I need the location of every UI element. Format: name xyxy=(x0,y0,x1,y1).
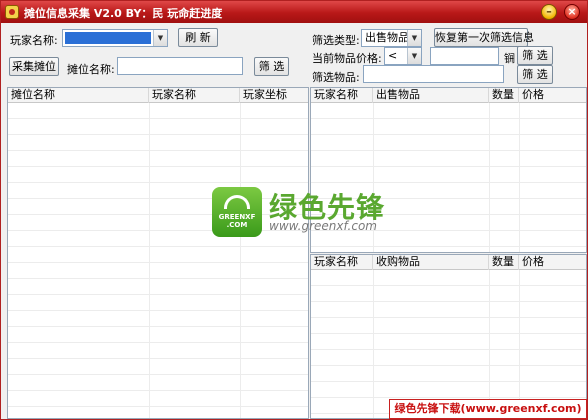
item-filter-label: 筛选物品: xyxy=(312,71,360,84)
window-title: 摊位信息采集 V2.0 BY：民 玩命赶进度 xyxy=(24,7,223,20)
wifi-arc-icon xyxy=(224,195,250,209)
chevron-down-icon[interactable]: ▼ xyxy=(153,30,167,46)
column-divider xyxy=(149,103,150,418)
column-divider xyxy=(519,103,520,252)
player-name-value xyxy=(65,32,151,44)
collect-stalls-button[interactable]: 采集摊位 xyxy=(9,57,59,76)
buy-table[interactable]: 玩家名称 收购物品 数量 价格 xyxy=(310,254,587,419)
column-header-quantity[interactable]: 数量 xyxy=(489,255,519,270)
restore-first-filter-button[interactable]: 恢复第一次筛选信息 xyxy=(434,28,534,47)
app-window: 摊位信息采集 V2.0 BY：民 玩命赶进度 – × 玩家名称: ▼ 刷 新 采… xyxy=(0,0,588,420)
stall-filter-button[interactable]: 筛 选 xyxy=(254,57,289,76)
minimize-button[interactable]: – xyxy=(541,4,557,20)
buy-table-header: 玩家名称 收购物品 数量 价格 xyxy=(311,255,586,270)
title-bar[interactable]: 摊位信息采集 V2.0 BY：民 玩命赶进度 – × xyxy=(1,1,587,23)
chevron-down-icon[interactable]: ▼ xyxy=(407,30,421,46)
column-header-player-name[interactable]: 玩家名称 xyxy=(149,88,240,103)
site-banner: 绿色先锋下载(www.greenxf.com) xyxy=(389,399,587,419)
column-header-price[interactable]: 价格 xyxy=(519,88,586,103)
refresh-button[interactable]: 刷 新 xyxy=(178,28,218,47)
column-header-player-coords[interactable]: 玩家坐标 xyxy=(240,88,308,103)
column-divider xyxy=(373,270,374,418)
stall-table[interactable]: 摊位名称 玩家名称 玩家坐标 xyxy=(7,87,309,419)
column-header-player-name[interactable]: 玩家名称 xyxy=(311,88,373,103)
watermark-url: www.greenxf.com xyxy=(269,219,377,233)
column-header-sell-item[interactable]: 出售物品 xyxy=(373,88,489,103)
watermark-logo-text: GREENXF .COM xyxy=(218,213,256,229)
player-name-combo[interactable]: ▼ xyxy=(62,29,168,47)
watermark-logo: GREENXF .COM xyxy=(212,187,262,237)
column-header-stall-name[interactable]: 摊位名称 xyxy=(8,88,149,103)
stall-name-input[interactable] xyxy=(117,57,243,75)
chevron-down-icon[interactable]: ▼ xyxy=(407,48,421,64)
filter-type-combo[interactable]: 出售物品 ▼ xyxy=(361,29,422,47)
column-divider xyxy=(240,103,241,418)
stall-name-label: 摊位名称: xyxy=(67,63,115,76)
filter-type-label: 筛选类型: xyxy=(312,34,360,47)
column-divider xyxy=(519,270,520,418)
column-header-quantity[interactable]: 数量 xyxy=(489,88,519,103)
item-filter-input[interactable] xyxy=(363,65,504,83)
item-filter-button[interactable]: 筛 选 xyxy=(517,65,553,84)
price-label: 当前物品价格: xyxy=(312,52,382,65)
close-button[interactable]: × xyxy=(564,4,580,20)
column-divider xyxy=(489,103,490,252)
price-operator-value: < xyxy=(388,49,398,62)
app-icon xyxy=(5,5,19,19)
price-filter-button[interactable]: 筛 选 xyxy=(517,46,553,65)
column-header-price[interactable]: 价格 xyxy=(519,255,586,270)
filter-type-value: 出售物品 xyxy=(365,31,409,44)
column-divider xyxy=(489,270,490,418)
price-input[interactable] xyxy=(430,47,499,65)
price-operator-combo[interactable]: < ▼ xyxy=(384,47,422,65)
stall-table-rows[interactable] xyxy=(8,103,308,418)
player-name-label: 玩家名称: xyxy=(10,34,58,47)
column-header-player-name[interactable]: 玩家名称 xyxy=(311,255,373,270)
column-header-buy-item[interactable]: 收购物品 xyxy=(373,255,489,270)
price-unit-label: 锎 xyxy=(504,52,515,65)
sell-table-header: 玩家名称 出售物品 数量 价格 xyxy=(311,88,586,103)
stall-table-header: 摊位名称 玩家名称 玩家坐标 xyxy=(8,88,308,103)
buy-table-rows[interactable] xyxy=(311,270,586,418)
